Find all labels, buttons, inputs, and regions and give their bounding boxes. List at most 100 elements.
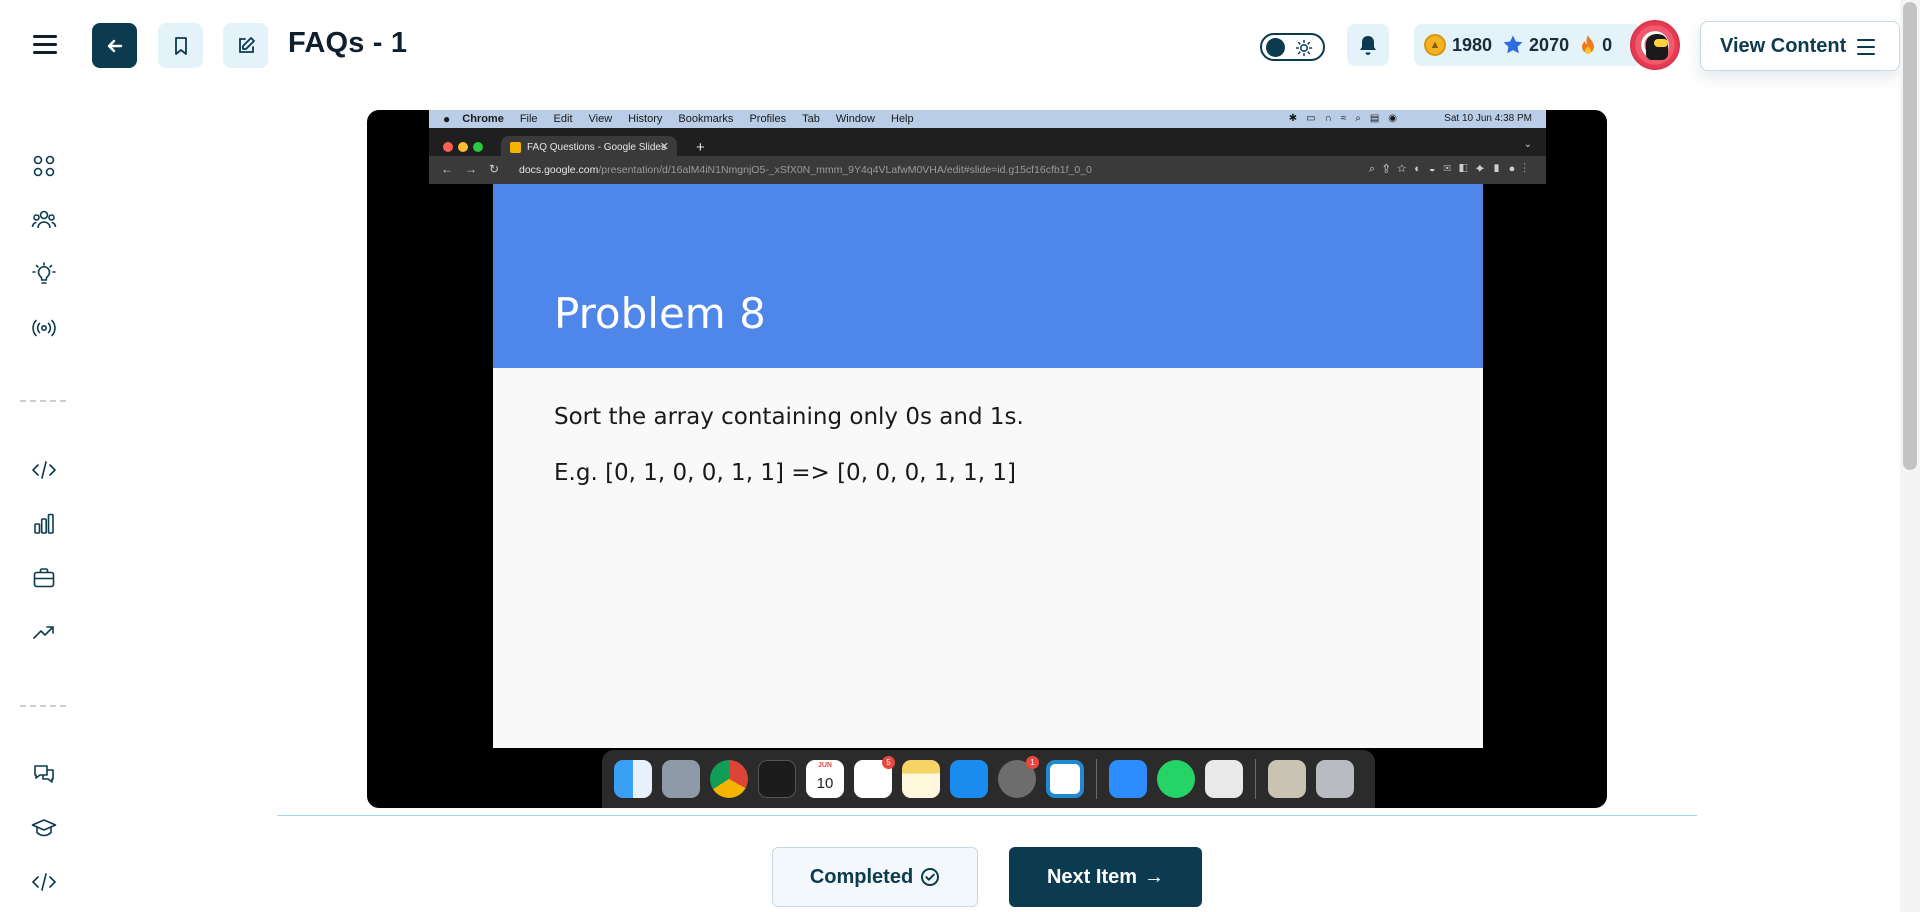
app-store-icon: [950, 760, 988, 798]
video-player[interactable]: ● Chrome File Edit View History Bookmark…: [367, 110, 1607, 808]
code-icon[interactable]: [30, 868, 58, 896]
menu-tab: Tab: [802, 113, 820, 125]
menu-bookmarks: Bookmarks: [678, 113, 734, 125]
slide-problem-statement: Sort the array containing only 0s and 1s…: [554, 404, 1024, 430]
star-icon: [1503, 35, 1523, 54]
next-item-label: Next Item: [1046, 865, 1138, 888]
slide-title: Problem 8: [554, 289, 766, 338]
menu-edit: Edit: [553, 113, 573, 125]
code-icon[interactable]: [30, 456, 58, 484]
bell-icon: [1360, 36, 1376, 55]
zoom-icon: [1109, 760, 1147, 798]
streak-value: 0: [1602, 34, 1613, 55]
zoom-window-icon: [473, 142, 483, 152]
stars-stat: 2070: [1502, 34, 1569, 56]
next-item-button[interactable]: Next Item →: [1009, 847, 1202, 907]
settings-badge: 1: [1026, 756, 1039, 769]
trash-icon: [1316, 760, 1354, 798]
broadcast-icon[interactable]: [30, 314, 58, 342]
coins-stat: ▲ 1980: [1424, 34, 1492, 56]
page-scrollbar[interactable]: [1900, 0, 1920, 912]
list-menu-icon: [1857, 39, 1875, 60]
notes-icon: [902, 760, 940, 798]
reminders-icon: 5: [854, 756, 895, 798]
url-host: docs.google.com: [519, 164, 599, 176]
hamburger-menu-icon[interactable]: [28, 30, 62, 62]
briefcase-icon[interactable]: [30, 564, 58, 592]
dock-separator: [1096, 759, 1097, 799]
menu-window: Window: [835, 113, 875, 125]
coin-icon: ▲: [1424, 34, 1446, 56]
user-avatar[interactable]: [1630, 20, 1680, 70]
whatsapp-icon: [1157, 760, 1195, 798]
users-icon[interactable]: [30, 206, 58, 234]
system-settings-icon: 1: [998, 756, 1039, 798]
arrow-left-icon: [107, 39, 122, 52]
new-tab-icon: +: [696, 139, 705, 156]
check-circle-icon: [921, 868, 940, 886]
browser-tab: FAQ Questions - Google Slides ✕: [501, 136, 677, 158]
notifications-button[interactable]: [1347, 24, 1389, 66]
browser-tab-strip: FAQ Questions - Google Slides ✕ + ⌄: [429, 128, 1546, 158]
grid-icon[interactable]: [30, 152, 58, 180]
mac-dock: JUN 10 5 1: [602, 750, 1375, 808]
streak-stat: 0: [1579, 34, 1612, 56]
chrome-icon: [710, 760, 748, 798]
top-header: FAQs - 1 ▲ 1980 2070 0 View Content: [0, 0, 1900, 92]
view-content-label: View Content: [1720, 34, 1847, 57]
presentation-slide: Problem 8 Sort the array containing only…: [493, 184, 1483, 748]
user-stats[interactable]: ▲ 1980 2070 0: [1414, 24, 1642, 66]
bookmark-icon: [174, 36, 187, 55]
vscode-icon: [1046, 760, 1084, 798]
slides-favicon-icon: [510, 142, 521, 153]
bar-chart-icon[interactable]: [30, 510, 58, 538]
url-text: docs.google.com/presentation/d/16alM4iN1…: [519, 164, 1092, 176]
downloads-stack-icon: [1268, 760, 1306, 798]
mac-menubar: ● Chrome File Edit View History Bookmark…: [429, 110, 1546, 128]
slides-viewport: Problem 8 Sort the array containing only…: [429, 184, 1546, 748]
coins-value: 1980: [1452, 34, 1493, 55]
flame-icon: [1582, 35, 1595, 54]
minimize-window-icon: [458, 142, 468, 152]
finder-icon: [614, 760, 652, 798]
calendar-month: JUN: [817, 762, 832, 769]
terminal-icon: [758, 760, 796, 798]
graduation-cap-icon[interactable]: [30, 814, 58, 842]
completed-button[interactable]: Completed: [772, 847, 978, 907]
lightbulb-icon[interactable]: [30, 260, 58, 288]
menu-profiles: Profiles: [749, 113, 787, 125]
slide-example: E.g. [0, 1, 0, 0, 1, 1] => [0, 0, 0, 1, …: [554, 460, 1016, 486]
sun-icon: [1295, 39, 1313, 57]
annotation-icon: [1205, 760, 1243, 798]
scrollbar-thumb[interactable]: [1903, 2, 1917, 470]
bookmark-button[interactable]: [158, 23, 203, 68]
trending-up-icon[interactable]: [30, 618, 58, 646]
apple-icon: ●: [443, 112, 451, 126]
menu-history: History: [628, 113, 663, 125]
menu-file: File: [519, 113, 538, 125]
tab-title: FAQ Questions - Google Slides: [527, 141, 666, 153]
url-path: /presentation/d/16alM4iN1NmgnjO5-_xSfX0N…: [598, 164, 1092, 176]
browser-address-bar: ←→↻ docs.google.com/presentation/d/16alM…: [429, 156, 1546, 184]
browser-nav-icons: ←→↻: [441, 162, 512, 176]
close-window-icon: [443, 142, 453, 152]
page-title: FAQs - 1: [288, 27, 408, 59]
menu-help: Help: [891, 113, 914, 125]
theme-toggle[interactable]: [1260, 33, 1325, 61]
view-content-button[interactable]: View Content: [1700, 21, 1900, 71]
tab-close-icon: ✕: [659, 141, 669, 153]
calendar-icon: JUN 10: [806, 760, 844, 798]
edit-notes-button[interactable]: [223, 23, 268, 68]
toggle-knob: [1266, 38, 1285, 57]
launchpad-icon: [662, 760, 700, 798]
menubar-clock: Sat 10 Jun 4:38 PM: [1444, 113, 1532, 124]
slide-header-band: Problem 8: [493, 184, 1483, 368]
dock-separator: [1255, 759, 1256, 799]
tab-search-chevron-icon: ⌄: [1523, 139, 1532, 150]
menu-app: Chrome: [462, 113, 504, 125]
back-button[interactable]: [92, 23, 137, 68]
stars-value: 2070: [1529, 34, 1570, 55]
arrow-right-icon: →: [1144, 865, 1165, 888]
chat-icon[interactable]: [30, 760, 58, 788]
sidebar-divider: [20, 705, 66, 707]
